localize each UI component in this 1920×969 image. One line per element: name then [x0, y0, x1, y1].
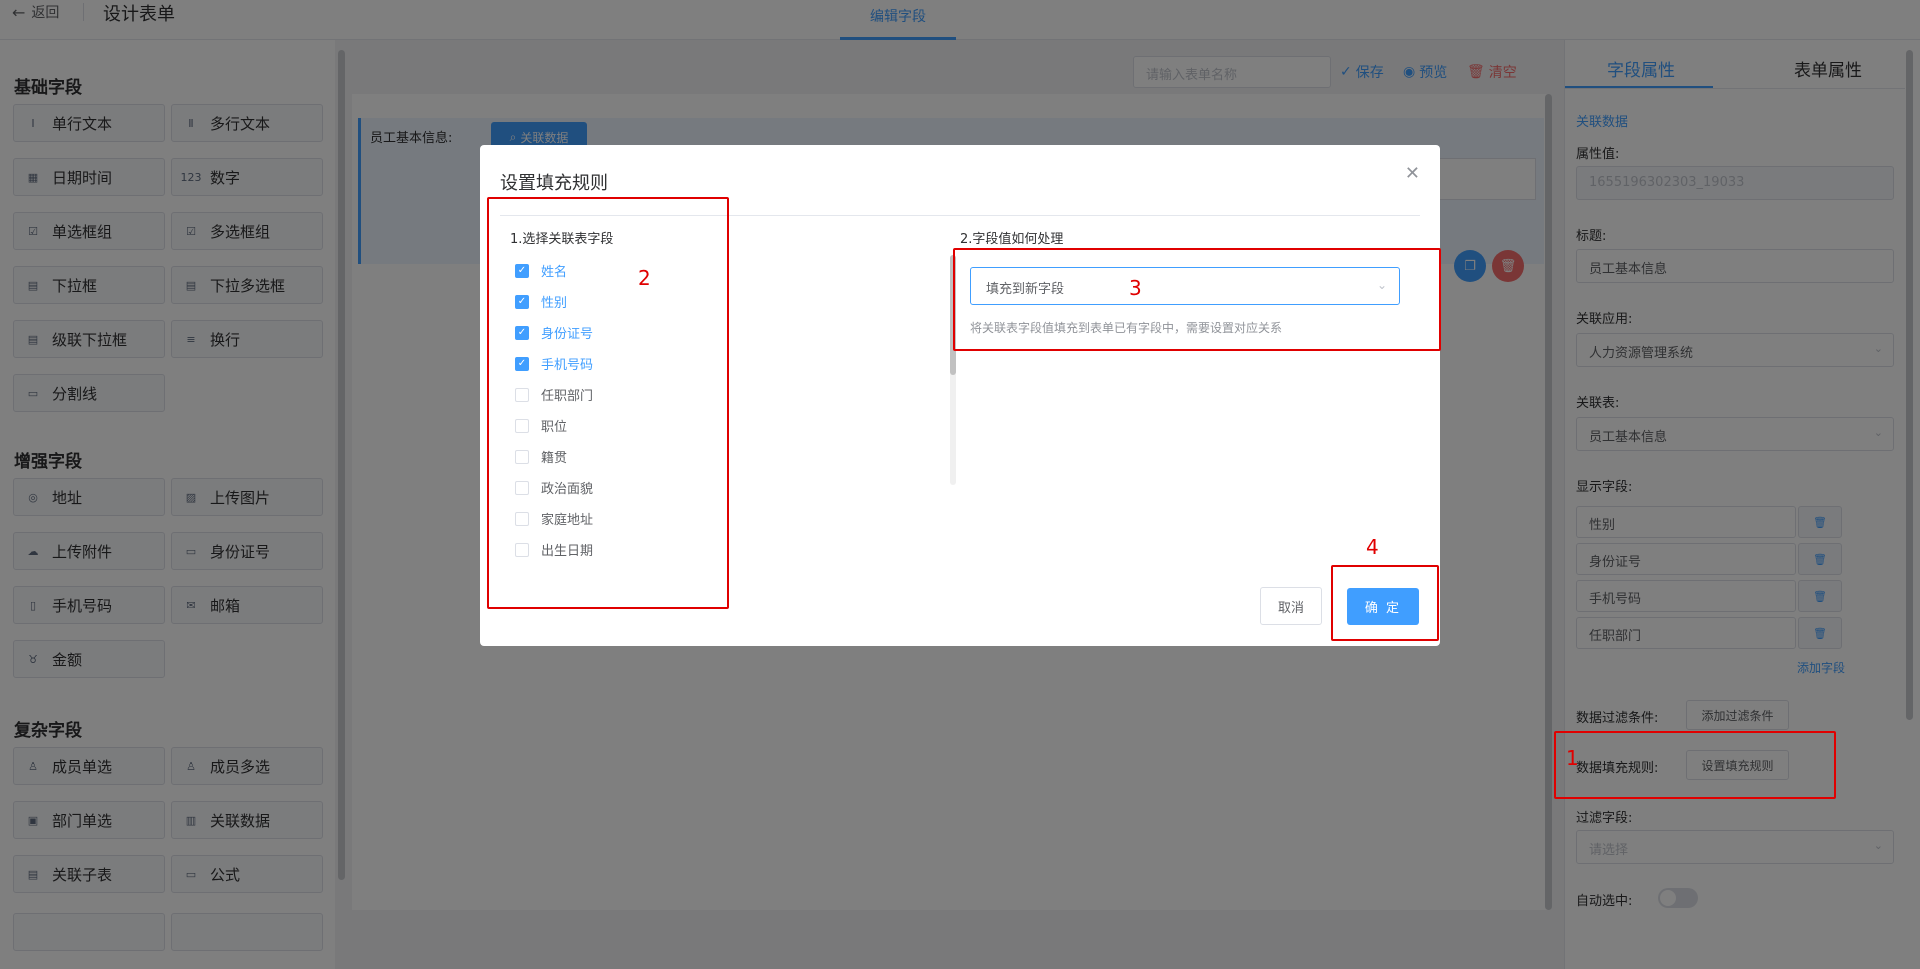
annotation-box-3	[953, 248, 1441, 351]
annotation-number-4: 4	[1366, 535, 1379, 559]
annotation-number-2: 2	[638, 266, 651, 290]
annotation-number-1: 1	[1566, 746, 1579, 770]
annotation-box-1	[1554, 731, 1836, 799]
close-icon[interactable]: ✕	[1405, 163, 1420, 184]
cancel-button[interactable]: 取消	[1260, 587, 1322, 625]
annotation-box-2	[487, 197, 729, 609]
annotation-box-4	[1331, 565, 1439, 641]
annotation-number-3: 3	[1129, 276, 1142, 300]
dialog-title: 设置填充规则	[500, 173, 608, 194]
value-handling-title: 2.字段值如何处理	[960, 232, 1064, 247]
